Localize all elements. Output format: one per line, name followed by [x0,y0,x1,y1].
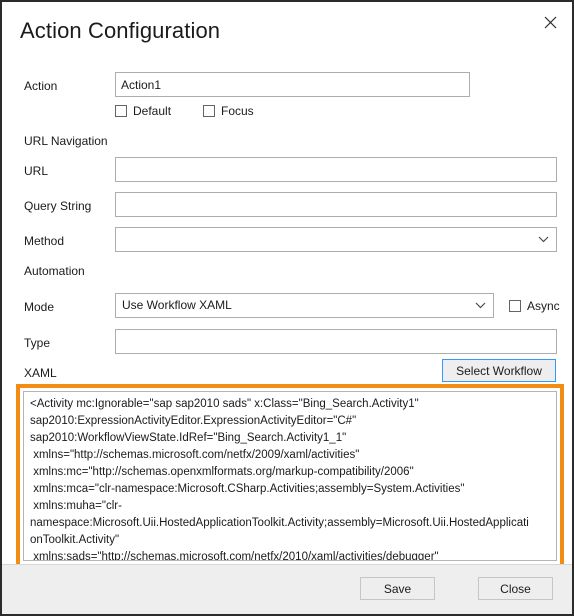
url-input[interactable] [115,157,557,182]
xaml-line: sap2010:ExpressionActivityEditor.Express… [30,415,357,427]
select-workflow-button[interactable]: Select Workflow [442,359,556,382]
mode-dropdown[interactable]: Use Workflow XAML [115,293,494,318]
xaml-line: xmlns:mc="http://schemas.openxmlformats.… [30,466,414,478]
async-checkbox-label: Async [527,299,560,313]
method-label: Method [24,234,65,248]
query-string-input[interactable] [115,192,557,217]
async-checkbox[interactable] [509,300,521,312]
xaml-highlight-frame: <Activity mc:Ignorable="sap sap2010 sads… [16,384,564,568]
action-label: Action [24,79,58,93]
chevron-down-icon [475,294,486,317]
xaml-label: XAML [24,366,57,380]
xaml-textarea[interactable]: <Activity mc:Ignorable="sap sap2010 sads… [23,391,557,561]
xaml-line: xmlns:muha="clr- [30,500,122,512]
focus-checkbox-row[interactable]: Focus [203,104,254,118]
automation-section-label: Automation [24,264,85,278]
url-navigation-section-label: URL Navigation [24,134,108,148]
xaml-line: xmlns="http://schemas.microsoft.com/netf… [30,449,360,461]
page-title: Action Configuration [20,18,221,43]
default-checkbox-label: Default [133,104,172,118]
type-input[interactable] [115,329,557,354]
mode-dropdown-value: Use Workflow XAML [122,298,232,312]
action-configuration-dialog: Action Configuration Action Default Focu… [0,0,574,616]
close-x-icon[interactable] [536,9,564,35]
method-dropdown[interactable] [115,227,557,252]
save-button[interactable]: Save [360,577,435,600]
url-label: URL [24,164,49,178]
close-button[interactable]: Close [478,577,553,600]
chevron-down-icon [538,228,549,251]
default-checkbox[interactable] [115,105,127,117]
xaml-line: sap2010:WorkflowViewState.IdRef="Bing_Se… [30,432,347,444]
dialog-footer: Save Close [2,564,572,614]
dialog-body: Action Configuration Action Default Focu… [2,2,572,568]
action-input[interactable] [115,72,470,97]
xaml-line: onToolkit.Activity" [30,534,120,546]
default-checkbox-row[interactable]: Default [115,104,171,118]
async-checkbox-row[interactable]: Async [509,299,560,313]
xaml-line: xmlns:sads="http://schemas.microsoft.com… [30,551,439,561]
focus-checkbox-label: Focus [221,104,254,118]
xaml-content: <Activity mc:Ignorable="sap sap2010 sads… [30,396,550,561]
focus-checkbox[interactable] [203,105,215,117]
mode-label: Mode [24,300,55,314]
xaml-line: xmlns:mca="clr-namespace:Microsoft.CShar… [30,483,465,495]
xaml-line: <Activity mc:Ignorable="sap sap2010 sads… [30,398,419,410]
type-label: Type [24,336,51,350]
xaml-line: namespace:Microsoft.Uii.HostedApplicatio… [30,517,529,529]
query-string-label: Query String [24,199,92,213]
